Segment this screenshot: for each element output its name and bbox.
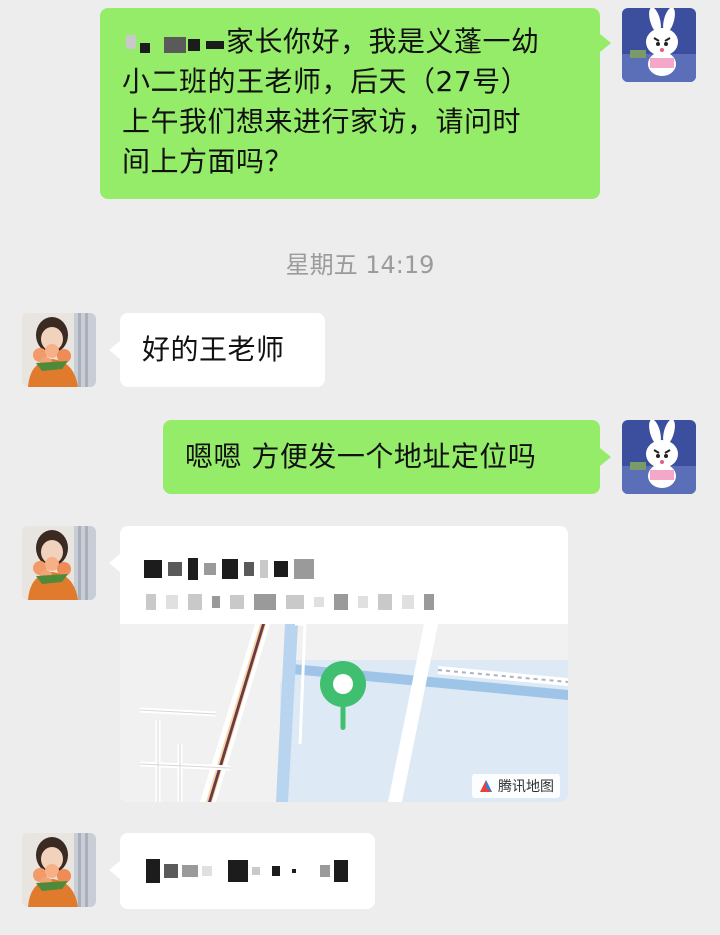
received-message-bubble[interactable] (120, 833, 375, 909)
person-flowers-icon (22, 313, 96, 387)
bunny-icon (622, 8, 696, 82)
location-pin-icon (320, 661, 366, 730)
location-address-redacted (146, 594, 434, 610)
map-preview[interactable]: 腾讯地图 (120, 624, 568, 802)
message-text: 家长你好，我是义蓬一幼 小二班的王老师，后天（27号） 上午我们想来进行家访，请… (122, 25, 540, 178)
map-provider-name: 腾讯地图 (498, 779, 554, 795)
message-text: 嗯嗯 方便发一个地址定位吗 (185, 440, 537, 473)
bubble-tail (109, 341, 120, 359)
bunny-cartoon-avatar[interactable] (622, 8, 696, 82)
map-provider-logo: 腾讯地图 (472, 774, 560, 798)
bubble-tail (109, 861, 120, 879)
message-text: 好的王老师 (142, 333, 285, 366)
bubble-tail (600, 448, 611, 466)
person-with-flowers-avatar[interactable] (22, 526, 96, 600)
location-title-redacted (144, 558, 314, 580)
sent-message-bubble[interactable]: 嗯嗯 方便发一个地址定位吗 (163, 420, 600, 494)
received-message-bubble[interactable]: 好的王老师 (120, 313, 325, 387)
redacted-name (122, 29, 226, 57)
bubble-tail (109, 554, 120, 572)
bunny-icon (622, 420, 696, 494)
sent-message-bubble[interactable]: 家长你好，我是义蓬一幼 小二班的王老师，后天（27号） 上午我们想来进行家访，请… (100, 8, 600, 199)
bubble-tail (600, 34, 611, 52)
bunny-cartoon-avatar[interactable] (622, 420, 696, 494)
person-with-flowers-avatar[interactable] (22, 313, 96, 387)
message-timestamp: 星期五 14:19 (285, 251, 435, 279)
location-card[interactable]: 腾讯地图 (120, 526, 568, 802)
person-flowers-icon (22, 526, 96, 600)
person-with-flowers-avatar[interactable] (22, 833, 96, 907)
tencent-map-logo-icon (480, 780, 492, 792)
message-text-redacted (146, 859, 348, 883)
person-flowers-icon (22, 833, 96, 907)
